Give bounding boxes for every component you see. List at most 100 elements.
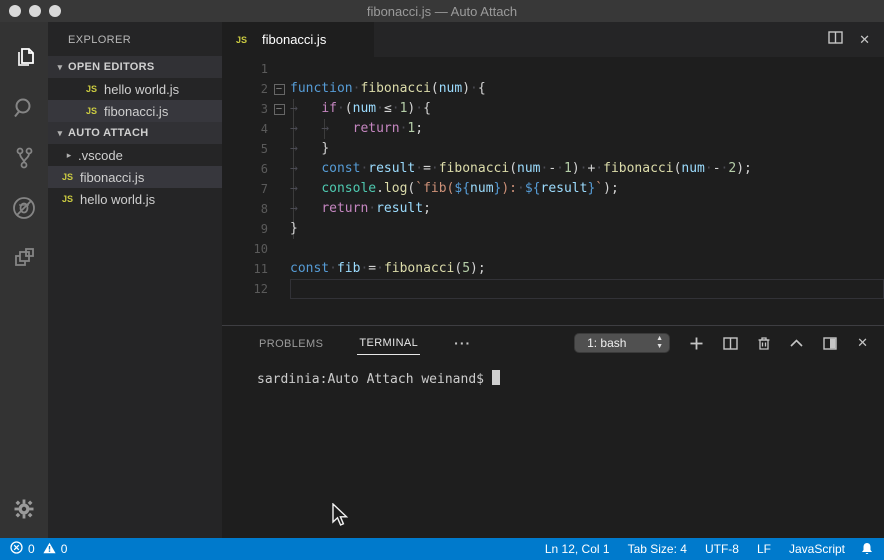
- editor-actions: ✕: [828, 22, 884, 57]
- line-number: 6: [222, 159, 268, 179]
- status-item-lf[interactable]: LF: [748, 542, 780, 556]
- line-number: 12: [222, 279, 268, 299]
- toggle-panel-icon[interactable]: [823, 337, 837, 350]
- panel-tab-terminal[interactable]: TERMINAL: [357, 331, 420, 355]
- maximize-panel-icon[interactable]: [790, 339, 803, 347]
- manage-button[interactable]: [0, 484, 48, 534]
- split-editor-icon[interactable]: [828, 31, 843, 49]
- code-editor[interactable]: 12–function·fibonacci(num)·{3–→ if·(num·…: [222, 57, 884, 325]
- code-line-5[interactable]: 5→ }: [222, 139, 884, 159]
- files-icon: [11, 45, 37, 71]
- close-panel-icon[interactable]: ✕: [857, 335, 868, 351]
- code-text: function·fibonacci(num)·{: [290, 79, 486, 99]
- fold-column: –: [268, 79, 290, 99]
- section-header-open-editors[interactable]: ▾OPEN EDITORS: [48, 56, 222, 78]
- fold-icon[interactable]: –: [274, 104, 285, 115]
- code-line-11[interactable]: 11const·fib·=·fibonacci(5);: [222, 259, 884, 279]
- terminal[interactable]: sardinia:Auto Attach weinand$: [222, 360, 884, 538]
- explorer-view-button[interactable]: [0, 33, 48, 83]
- code-line-1[interactable]: 1: [222, 59, 884, 79]
- vscode-window: fibonacci.js — Auto Attach: [0, 0, 884, 560]
- line-number: 8: [222, 199, 268, 219]
- error-count: 0: [28, 542, 35, 556]
- fold-column: [268, 239, 290, 259]
- code-line-3[interactable]: 3–→ if·(num·≤·1)·{: [222, 99, 884, 119]
- terminal-select[interactable]: 1: bash ▲▼: [574, 333, 670, 353]
- section-label: OPEN EDITORS: [68, 61, 155, 73]
- code-line-8[interactable]: 8→ return·result;: [222, 199, 884, 219]
- line-number: 10: [222, 239, 268, 259]
- tab-fibonacci-js[interactable]: JS fibonacci.js: [222, 22, 374, 57]
- list-item-vscode[interactable]: ▸.vscode: [48, 144, 222, 166]
- sidebar-explorer: EXPLORER ▾OPEN EDITORSJShello world.jsJS…: [48, 22, 222, 538]
- editor-group: JS fibonacci.js ✕ 12–function·fibo: [222, 22, 884, 538]
- code-line-7[interactable]: 7 → console.log(`fib(${num}):·${result}`)…: [222, 179, 884, 199]
- code-text: → }: [290, 139, 329, 159]
- status-item-ln-12-col-1[interactable]: Ln 12, Col 1: [536, 542, 619, 556]
- settings-gear-icon: [13, 498, 35, 520]
- close-editor-icon[interactable]: ✕: [859, 32, 870, 48]
- code-line-2[interactable]: 2–function·fibonacci(num)·{: [222, 79, 884, 99]
- kill-terminal-icon[interactable]: [758, 336, 770, 350]
- new-terminal-icon[interactable]: [690, 337, 703, 350]
- fold-icon[interactable]: –: [274, 84, 285, 95]
- code-text: → console.log(`fib(${num}):·${result}`);: [290, 179, 619, 199]
- sidebar-sections: ▾OPEN EDITORSJShello world.jsJSfibonacci…: [48, 56, 222, 210]
- debug-icon: [10, 194, 38, 222]
- fold-column: [268, 159, 290, 179]
- current-line-highlight: [290, 279, 884, 299]
- list-item-hello-world-js[interactable]: JShello world.js: [48, 78, 222, 100]
- line-number: 1: [222, 59, 268, 79]
- fold-column: [268, 139, 290, 159]
- list-item-fibonacci-js[interactable]: JSfibonacci.js: [48, 100, 222, 122]
- split-terminal-icon[interactable]: [723, 337, 738, 350]
- line-number: 11: [222, 259, 268, 279]
- list-item-fibonacci-js[interactable]: JSfibonacci.js: [48, 166, 222, 188]
- window-title: fibonacci.js — Auto Attach: [367, 4, 517, 19]
- status-item-javascript[interactable]: JavaScript: [780, 542, 854, 556]
- status-item-tab-size-4[interactable]: Tab Size: 4: [619, 542, 696, 556]
- activity-bar: [0, 22, 48, 538]
- tab-label: fibonacci.js: [262, 32, 326, 47]
- sidebar-title: EXPLORER: [48, 22, 222, 56]
- section-label: AUTO ATTACH: [68, 127, 149, 139]
- list-item-hello-world-js[interactable]: JShello world.js: [48, 188, 222, 210]
- problems-status[interactable]: 0 0: [10, 541, 67, 557]
- code-text: → if·(num·≤·1)·{: [290, 99, 431, 119]
- item-label: hello world.js: [80, 192, 155, 207]
- more-actions-icon[interactable]: ···: [454, 335, 471, 351]
- fold-column: [268, 179, 290, 199]
- close-window-button[interactable]: [9, 5, 21, 17]
- terminal-prompt: sardinia:Auto Attach weinand$: [257, 372, 484, 387]
- panel-tab-problems[interactable]: PROBLEMS: [257, 332, 325, 355]
- search-view-button[interactable]: [0, 83, 48, 133]
- minimize-window-button[interactable]: [29, 5, 41, 17]
- code-line-6[interactable]: 6 → const·result·=·fibonacci(num·-·1)·+·f…: [222, 159, 884, 179]
- terminal-select-value: 1: bash: [587, 336, 626, 350]
- code-line-9[interactable]: 9}: [222, 219, 884, 239]
- search-icon: [11, 95, 37, 121]
- code-line-10[interactable]: 10: [222, 239, 884, 259]
- chevron-down-icon: ▾: [52, 62, 68, 73]
- fold-column: [268, 279, 290, 299]
- fold-column: [268, 59, 290, 79]
- line-number: 7: [222, 179, 268, 199]
- chevron-down-icon: ▾: [52, 128, 68, 139]
- section-header-auto-attach[interactable]: ▾AUTO ATTACH: [48, 122, 222, 144]
- notifications-bell-icon[interactable]: [860, 542, 874, 556]
- code-text: → const·result·=·fibonacci(num·-·1)·+·fi…: [290, 159, 752, 179]
- code-line-12[interactable]: 12: [222, 279, 884, 299]
- chevron-updown-icon: ▲▼: [656, 335, 663, 351]
- debug-view-button[interactable]: [0, 183, 48, 233]
- item-label: fibonacci.js: [80, 170, 144, 185]
- extensions-view-button[interactable]: [0, 233, 48, 283]
- fold-column: –: [268, 99, 290, 119]
- zoom-window-button[interactable]: [49, 5, 61, 17]
- title-bar: fibonacci.js — Auto Attach: [0, 0, 884, 22]
- editor-tab-bar: JS fibonacci.js ✕: [222, 22, 884, 57]
- warning-count: 0: [61, 542, 68, 556]
- source-control-view-button[interactable]: [0, 133, 48, 183]
- status-item-utf-8[interactable]: UTF-8: [696, 542, 748, 556]
- code-line-4[interactable]: 4→ → return·1;: [222, 119, 884, 139]
- js-file-icon: JS: [236, 35, 247, 45]
